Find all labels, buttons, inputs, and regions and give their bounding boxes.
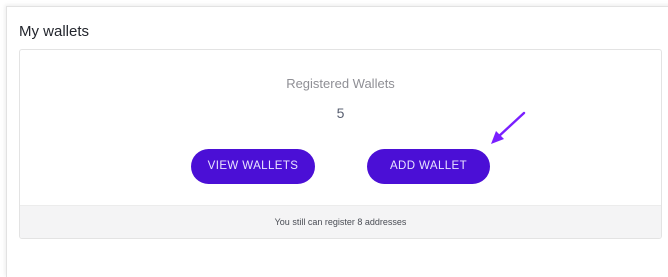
- view-wallets-button[interactable]: VIEW WALLETS: [191, 149, 315, 184]
- section-title: My wallets: [19, 23, 90, 40]
- remaining-addresses-note: You still can register 8 addresses: [20, 205, 661, 238]
- add-wallet-button[interactable]: ADD WALLET: [367, 149, 490, 184]
- wallets-card: Registered Wallets 5 VIEW WALLETS ADD WA…: [19, 49, 662, 239]
- registered-wallets-count: 5: [336, 105, 345, 121]
- arrow-icon: [491, 111, 526, 144]
- registered-wallets-label: Registered Wallets: [286, 76, 395, 91]
